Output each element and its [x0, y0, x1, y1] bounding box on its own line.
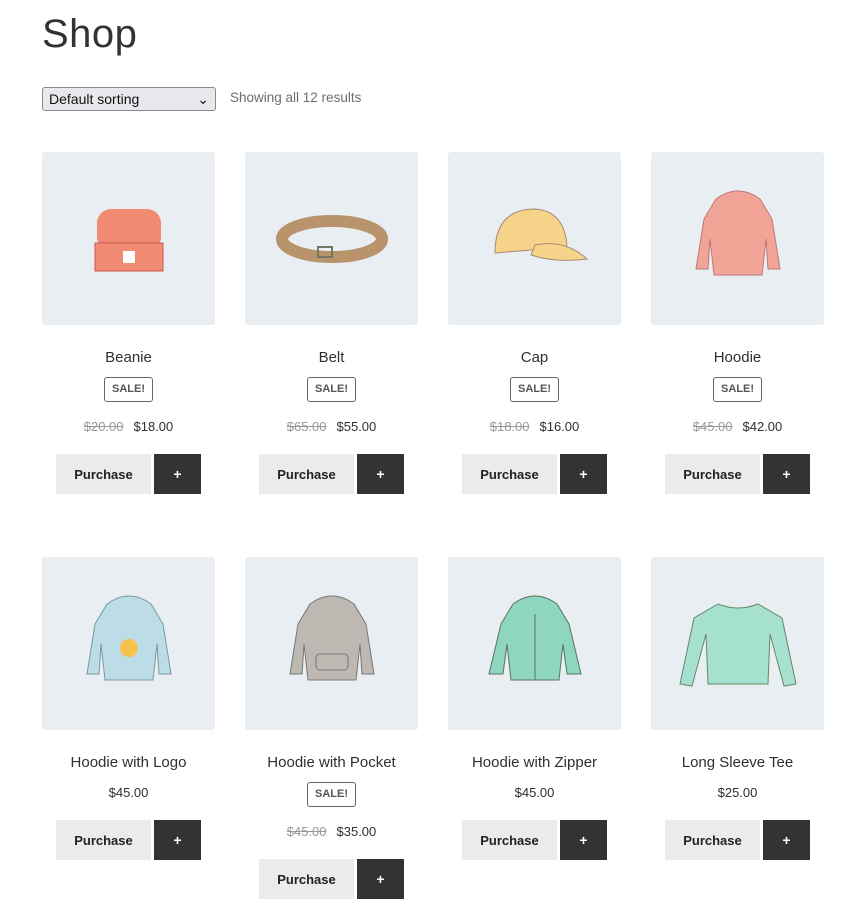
- current-price: $45.00: [108, 785, 149, 800]
- purchase-button[interactable]: Purchase: [462, 454, 557, 494]
- add-to-cart-button[interactable]: +: [763, 820, 810, 860]
- current-price: $55.00: [336, 419, 377, 434]
- chevron-down-icon: ⌄: [197, 90, 209, 107]
- purchase-button[interactable]: Purchase: [56, 454, 151, 494]
- product-card: Beanie SALE! $20.00 $18.00 Purchase +: [42, 152, 215, 494]
- product-card: Hoodie SALE! $45.00 $42.00 Purchase +: [651, 152, 824, 494]
- old-price: $65.00: [286, 419, 327, 434]
- product-card: Hoodie with Pocket SALE! $45.00 $35.00 Pu…: [245, 557, 418, 899]
- product-image[interactable]: [651, 152, 824, 325]
- product-card: Long Sleeve Tee $25.00 Purchase +: [651, 557, 824, 860]
- product-image[interactable]: [42, 152, 215, 325]
- product-price: $65.00 $55.00: [287, 417, 377, 437]
- old-price: $45.00: [286, 824, 327, 839]
- product-card: Belt SALE! $65.00 $55.00 Purchase +: [245, 152, 418, 494]
- add-to-cart-button[interactable]: +: [560, 454, 607, 494]
- product-title[interactable]: Belt: [319, 347, 345, 369]
- purchase-button[interactable]: Purchase: [462, 820, 557, 860]
- sale-badge: SALE!: [510, 377, 559, 402]
- old-price: $20.00: [83, 419, 124, 434]
- add-to-cart-button[interactable]: +: [357, 454, 404, 494]
- add-to-cart-button[interactable]: +: [560, 820, 607, 860]
- add-to-cart-button[interactable]: +: [357, 859, 404, 899]
- current-price: $42.00: [742, 419, 783, 434]
- sorting-value: Default sorting: [49, 91, 140, 107]
- sale-badge: SALE!: [713, 377, 762, 402]
- product-title[interactable]: Beanie: [105, 347, 152, 369]
- sorting-select[interactable]: Default sorting ⌄: [42, 87, 216, 111]
- product-title[interactable]: Hoodie: [714, 347, 762, 369]
- product-title[interactable]: Cap: [521, 347, 549, 369]
- product-price: $45.00: [515, 783, 555, 803]
- product-image[interactable]: [42, 557, 215, 730]
- product-card: Hoodie with Logo $45.00 Purchase +: [42, 557, 215, 860]
- product-image[interactable]: [651, 557, 824, 730]
- product-price: $18.00 $16.00: [490, 417, 580, 437]
- product-title[interactable]: Hoodie with Pocket: [267, 752, 395, 774]
- product-image[interactable]: [245, 152, 418, 325]
- add-to-cart-button[interactable]: +: [763, 454, 810, 494]
- product-image[interactable]: [448, 557, 621, 730]
- page-title: Shop: [42, 12, 138, 56]
- product-price: $45.00 $42.00: [693, 417, 783, 437]
- result-count: Showing all 12 results: [230, 90, 362, 105]
- sale-badge: SALE!: [104, 377, 153, 402]
- purchase-button[interactable]: Purchase: [665, 454, 760, 494]
- product-title[interactable]: Long Sleeve Tee: [682, 752, 793, 774]
- old-price: $18.00: [489, 419, 530, 434]
- current-price: $25.00: [717, 785, 758, 800]
- current-price: $35.00: [336, 824, 377, 839]
- current-price: $18.00: [133, 419, 174, 434]
- product-title[interactable]: Hoodie with Zipper: [472, 752, 597, 774]
- product-image[interactable]: [245, 557, 418, 730]
- old-price: $45.00: [692, 419, 733, 434]
- sale-badge: SALE!: [307, 782, 356, 807]
- product-price: $25.00: [718, 783, 758, 803]
- product-price: $45.00: [109, 783, 149, 803]
- current-price: $16.00: [539, 419, 580, 434]
- product-card: Cap SALE! $18.00 $16.00 Purchase +: [448, 152, 621, 494]
- product-image[interactable]: [448, 152, 621, 325]
- purchase-button[interactable]: Purchase: [56, 820, 151, 860]
- add-to-cart-button[interactable]: +: [154, 820, 201, 860]
- current-price: $45.00: [514, 785, 555, 800]
- product-card: Hoodie with Zipper $45.00 Purchase +: [448, 557, 621, 860]
- add-to-cart-button[interactable]: +: [154, 454, 201, 494]
- product-price: $20.00 $18.00: [84, 417, 174, 437]
- product-title[interactable]: Hoodie with Logo: [71, 752, 187, 774]
- purchase-button[interactable]: Purchase: [259, 859, 354, 899]
- purchase-button[interactable]: Purchase: [259, 454, 354, 494]
- purchase-button[interactable]: Purchase: [665, 820, 760, 860]
- product-price: $45.00 $35.00: [287, 822, 377, 842]
- sale-badge: SALE!: [307, 377, 356, 402]
